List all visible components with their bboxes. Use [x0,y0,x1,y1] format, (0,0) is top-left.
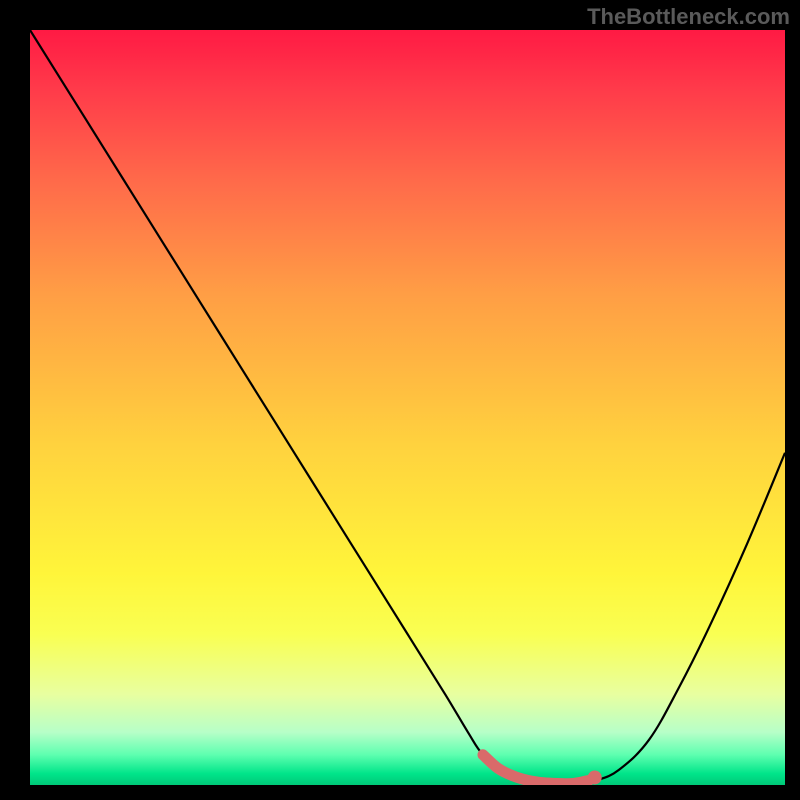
highlight-segment [483,755,589,784]
bottleneck-curve [30,30,785,785]
watermark-text: TheBottleneck.com [587,4,790,30]
highlight-end-dot [588,770,602,784]
chart-plot-area [30,30,785,785]
